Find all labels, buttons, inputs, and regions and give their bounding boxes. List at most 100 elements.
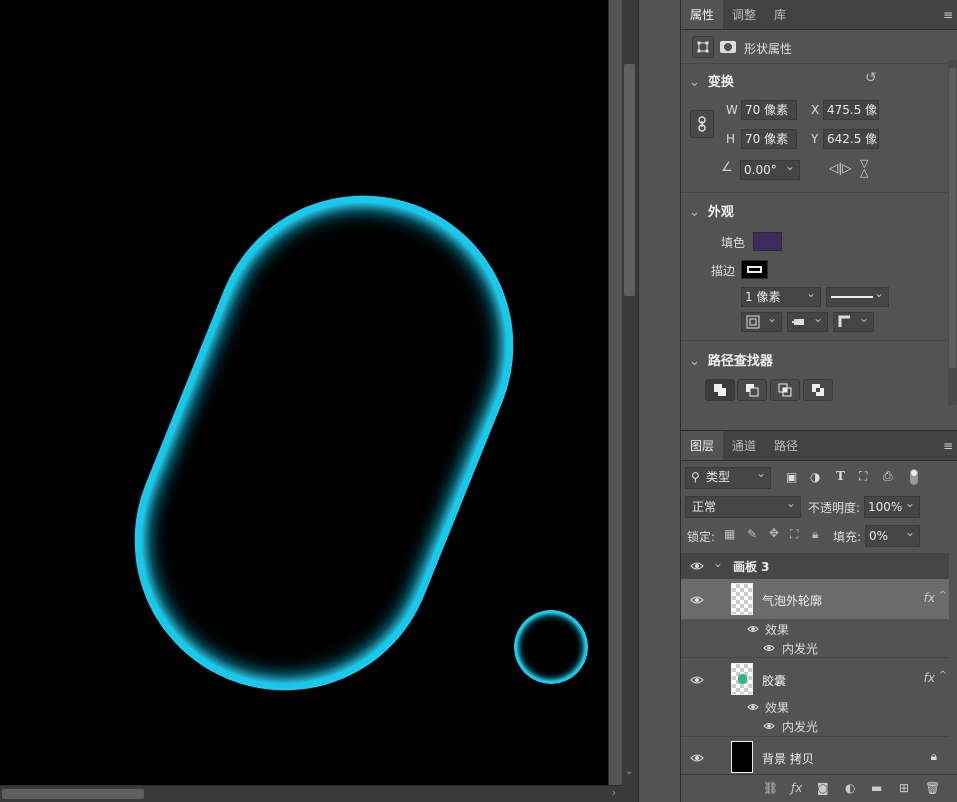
- reset-transform-icon[interactable]: ↺: [865, 70, 877, 86]
- stroke-corner-dropdown[interactable]: [833, 312, 874, 332]
- layer-thumbnail: [731, 741, 753, 773]
- visibility-eye-icon[interactable]: [690, 674, 706, 684]
- visibility-eye-icon[interactable]: [747, 623, 763, 633]
- horizontal-scrollbar[interactable]: ›: [0, 785, 622, 802]
- stroke-align-dropdown[interactable]: [741, 312, 782, 332]
- vertical-scrollbar[interactable]: ⌄: [622, 0, 638, 802]
- flip-vertical-icon[interactable]: ▽ △: [860, 158, 868, 178]
- effect-name: 内发光: [782, 642, 819, 656]
- tab-properties[interactable]: 属性: [681, 0, 724, 29]
- bubble-shape: [514, 610, 588, 684]
- angle-icon: ∠: [721, 160, 733, 175]
- tab-paths[interactable]: 路径: [765, 431, 807, 460]
- visibility-eye-icon[interactable]: [763, 720, 779, 730]
- layers-menu-icon[interactable]: ≡: [943, 439, 953, 453]
- visibility-eye-icon[interactable]: [690, 560, 706, 570]
- fill-opacity-field[interactable]: 0%: [865, 525, 920, 547]
- effect-name: 内发光: [782, 720, 819, 734]
- lock-label: 锁定:: [687, 530, 716, 544]
- visibility-eye-icon[interactable]: [690, 752, 706, 762]
- subtract-front-shape-icon[interactable]: [737, 379, 767, 401]
- chevron-up-icon[interactable]: ^: [939, 670, 947, 681]
- y-label: Y: [811, 132, 819, 146]
- layer-thumbnail: [731, 583, 753, 615]
- lock-artboard-icon[interactable]: ⛶: [790, 527, 798, 542]
- tab-channels[interactable]: 通道: [723, 431, 765, 460]
- angle-field[interactable]: 0.00°: [740, 160, 800, 180]
- fill-color-swatch[interactable]: [753, 232, 782, 251]
- blend-mode-dropdown[interactable]: 正常: [685, 496, 801, 518]
- height-label: H: [726, 132, 736, 146]
- pathfinder-section-header[interactable]: ⌄ 路径查找器: [689, 350, 773, 369]
- filter-pixel-icon[interactable]: ▣: [786, 470, 797, 484]
- opacity-field[interactable]: 100%: [864, 496, 920, 518]
- document-canvas[interactable]: [0, 0, 608, 785]
- visibility-eye-icon[interactable]: [763, 642, 779, 652]
- tab-libraries[interactable]: 库: [765, 0, 795, 29]
- filter-adjustment-icon[interactable]: ◑: [810, 470, 820, 484]
- panel-dock-gap: [638, 0, 681, 802]
- layer-filter-dropdown[interactable]: ⚲ 类型: [685, 467, 771, 489]
- horizontal-scroll-thumb[interactable]: [2, 789, 144, 799]
- visibility-eye-icon[interactable]: [747, 701, 763, 711]
- width-label: W: [726, 103, 738, 117]
- new-layer-icon[interactable]: ⊞: [899, 781, 909, 795]
- layer-group-artboard[interactable]: ⌄ 画板 3: [681, 553, 949, 579]
- layer-effects-icon[interactable]: fx: [924, 591, 935, 605]
- filter-smart-object-icon[interactable]: ⎙: [883, 469, 893, 484]
- chevron-up-icon[interactable]: ^: [939, 590, 947, 601]
- chevron-down-icon: ⌄: [689, 75, 700, 90]
- link-dimensions-icon[interactable]: [690, 110, 714, 138]
- new-adjustment-layer-icon[interactable]: ◐: [845, 781, 855, 795]
- x-position-field[interactable]: 475.5 像素: [823, 100, 879, 120]
- lock-all-icon[interactable]: 🔒︎: [812, 527, 818, 542]
- stroke-color-swatch[interactable]: [741, 260, 768, 279]
- scroll-right-icon[interactable]: ›: [612, 786, 616, 799]
- lock-transparent-icon[interactable]: ▦: [724, 527, 735, 541]
- layer-effects-row[interactable]: 效果: [681, 619, 949, 638]
- panel-menu-icon[interactable]: ≡: [943, 8, 953, 22]
- layer-name: 气泡外轮廓: [762, 594, 823, 608]
- stroke-cap-dropdown[interactable]: [787, 312, 828, 332]
- visibility-eye-icon[interactable]: [690, 594, 706, 604]
- layer-row-bubble-outline[interactable]: 气泡外轮廓 fx ^: [681, 579, 949, 619]
- transform-section-header[interactable]: ⌄ 变换: [689, 71, 734, 90]
- shape-transform-icon[interactable]: [692, 36, 714, 58]
- add-style-icon[interactable]: ƒx: [791, 781, 802, 795]
- layer-effect-inner-glow-row[interactable]: 内发光: [681, 716, 949, 735]
- filter-shape-icon[interactable]: ⛶: [859, 469, 867, 484]
- lock-icon[interactable]: 🔒︎: [931, 749, 937, 764]
- lock-image-icon[interactable]: ✎: [747, 527, 757, 541]
- layer-row-background-copy[interactable]: 背景 拷贝 🔒︎: [681, 736, 949, 774]
- flip-horizontal-icon[interactable]: ◁|▷: [829, 161, 852, 175]
- scroll-down-icon[interactable]: ⌄: [625, 766, 633, 777]
- appearance-section-header[interactable]: ⌄ 外观: [689, 201, 734, 220]
- filter-toggle-switch[interactable]: [910, 469, 918, 485]
- layer-effects-icon[interactable]: fx: [924, 671, 935, 685]
- y-position-field[interactable]: 642.5 像素: [823, 129, 879, 149]
- new-group-icon[interactable]: ▬: [871, 781, 882, 795]
- width-field[interactable]: 70 像素: [741, 100, 797, 120]
- mask-icon[interactable]: [718, 38, 740, 58]
- link-layers-icon[interactable]: ⛓: [763, 781, 778, 795]
- filter-text-icon[interactable]: T: [836, 469, 845, 483]
- tab-adjustments[interactable]: 调整: [723, 0, 765, 29]
- properties-scroll-thumb[interactable]: [949, 68, 956, 368]
- intersect-shapes-icon[interactable]: [770, 379, 800, 401]
- layer-row-capsule[interactable]: 胶囊 fx ^: [681, 657, 949, 697]
- properties-scrollbar[interactable]: [948, 60, 957, 405]
- layer-effect-inner-glow-row[interactable]: 内发光: [681, 638, 949, 657]
- layer-effects-row[interactable]: 效果: [681, 697, 949, 716]
- exclude-overlap-icon[interactable]: [803, 379, 833, 401]
- properties-panel: 属性 调整 库 ≡ 形状属性 ⌄变换 ↺ W 70 像素 X 475.5 像素 …: [681, 0, 957, 430]
- height-field[interactable]: 70 像素: [741, 129, 797, 149]
- combine-shapes-icon[interactable]: [705, 379, 735, 401]
- add-mask-icon[interactable]: ◙: [817, 781, 829, 795]
- delete-layer-icon[interactable]: 🗑︎: [925, 781, 940, 795]
- vertical-scroll-thumb[interactable]: [624, 64, 635, 296]
- stroke-type-dropdown[interactable]: [826, 287, 889, 307]
- tab-layers[interactable]: 图层: [681, 431, 724, 460]
- stroke-width-field[interactable]: 1 像素: [741, 287, 821, 307]
- lock-position-icon[interactable]: ✥: [769, 526, 779, 540]
- chevron-down-icon[interactable]: ⌄: [713, 556, 723, 570]
